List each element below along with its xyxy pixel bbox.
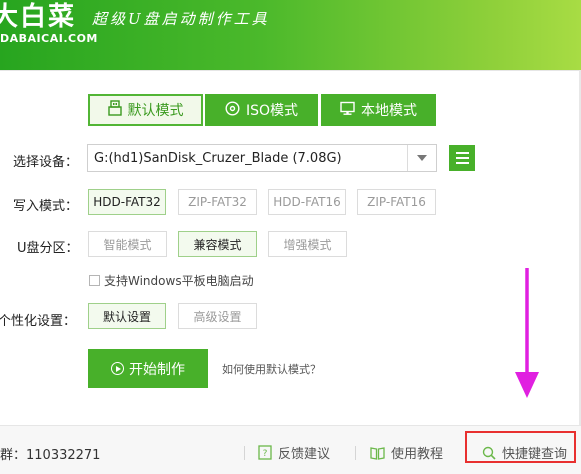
write-mode-hdd-fat16[interactable]: HDD-FAT16: [268, 189, 346, 215]
checkbox-icon[interactable]: [89, 275, 100, 286]
chevron-down-icon[interactable]: [407, 145, 436, 171]
personalize-label: 个性化设置：: [0, 314, 77, 329]
search-icon: [482, 446, 496, 460]
app-header: 大白菜 DABAICAI.COM 超级U盘启动制作工具: [0, 0, 581, 70]
monitor-icon: [340, 101, 355, 120]
start-button[interactable]: 开始制作: [88, 349, 208, 388]
app-slogan: 超级U盘启动制作工具: [92, 10, 270, 28]
disc-icon: [225, 100, 240, 120]
start-button-label: 开始制作: [129, 361, 185, 378]
header-divider: [0, 70, 581, 71]
tab-default-mode-label: 默认模式: [127, 103, 184, 119]
app-logo-url: DABAICAI.COM: [0, 32, 98, 45]
tutorial-label: 使用教程: [391, 447, 444, 462]
hotkey-label: 快捷键查询: [502, 447, 568, 462]
qq-group-text: 官方群：110332271: [0, 448, 101, 463]
feedback-label: 反馈建议: [278, 447, 331, 462]
personalize-advanced[interactable]: 高级设置: [178, 303, 257, 329]
annotation-arrow: [515, 268, 539, 398]
device-select-value: G:(hd1)SanDisk_Cruzer_Blade (7.08G): [94, 150, 342, 166]
menu-icon-line: [455, 157, 469, 159]
howto-link[interactable]: 如何使用默认模式？: [222, 361, 321, 377]
footer-divider: [355, 446, 356, 460]
windows-tablet-label: 支持Windows平板电脑启动: [104, 274, 254, 288]
partition-label: U盘分区：: [17, 241, 79, 256]
windows-tablet-checkbox[interactable]: 支持Windows平板电脑启动: [89, 272, 254, 289]
device-select[interactable]: G:(hd1)SanDisk_Cruzer_Blade (7.08G): [87, 144, 437, 172]
footer-divider: [244, 446, 245, 460]
usb-icon: [107, 100, 122, 120]
write-mode-hdd-fat32[interactable]: HDD-FAT32: [88, 189, 166, 215]
write-mode-label: 写入模式：: [13, 199, 79, 214]
hotkey-link[interactable]: 快捷键查询: [482, 443, 567, 462]
menu-icon-line: [455, 162, 469, 164]
play-icon: [111, 362, 124, 375]
tab-local-mode-label: 本地模式: [361, 103, 417, 119]
device-label: 选择设备：: [13, 155, 79, 170]
footer-bar: 官方群：110332271 ? 反馈建议 使用教程 快捷键查询: [0, 425, 581, 474]
feedback-link[interactable]: ? 反馈建议: [258, 443, 330, 462]
app-logo: 大白菜: [0, 2, 77, 32]
write-mode-zip-fat32[interactable]: ZIP-FAT32: [178, 189, 257, 215]
tab-iso-mode-label: ISO模式: [245, 103, 299, 119]
personalize-default[interactable]: 默认设置: [88, 303, 166, 329]
tab-iso-mode[interactable]: ISO模式: [205, 94, 318, 126]
partition-enhanced-mode[interactable]: 增强模式: [268, 231, 347, 257]
menu-icon: [455, 152, 469, 154]
write-mode-zip-fat16[interactable]: ZIP-FAT16: [357, 189, 436, 215]
partition-compat-mode[interactable]: 兼容模式: [178, 231, 257, 257]
book-icon: [370, 446, 385, 460]
feedback-icon: ?: [258, 445, 272, 460]
tab-local-mode[interactable]: 本地模式: [321, 94, 436, 126]
tutorial-link[interactable]: 使用教程: [370, 443, 443, 462]
partition-smart-mode[interactable]: 智能模式: [88, 231, 167, 257]
device-menu-button[interactable]: [449, 145, 475, 171]
tab-default-mode[interactable]: 默认模式: [88, 94, 203, 126]
svg-text:?: ?: [263, 449, 268, 459]
